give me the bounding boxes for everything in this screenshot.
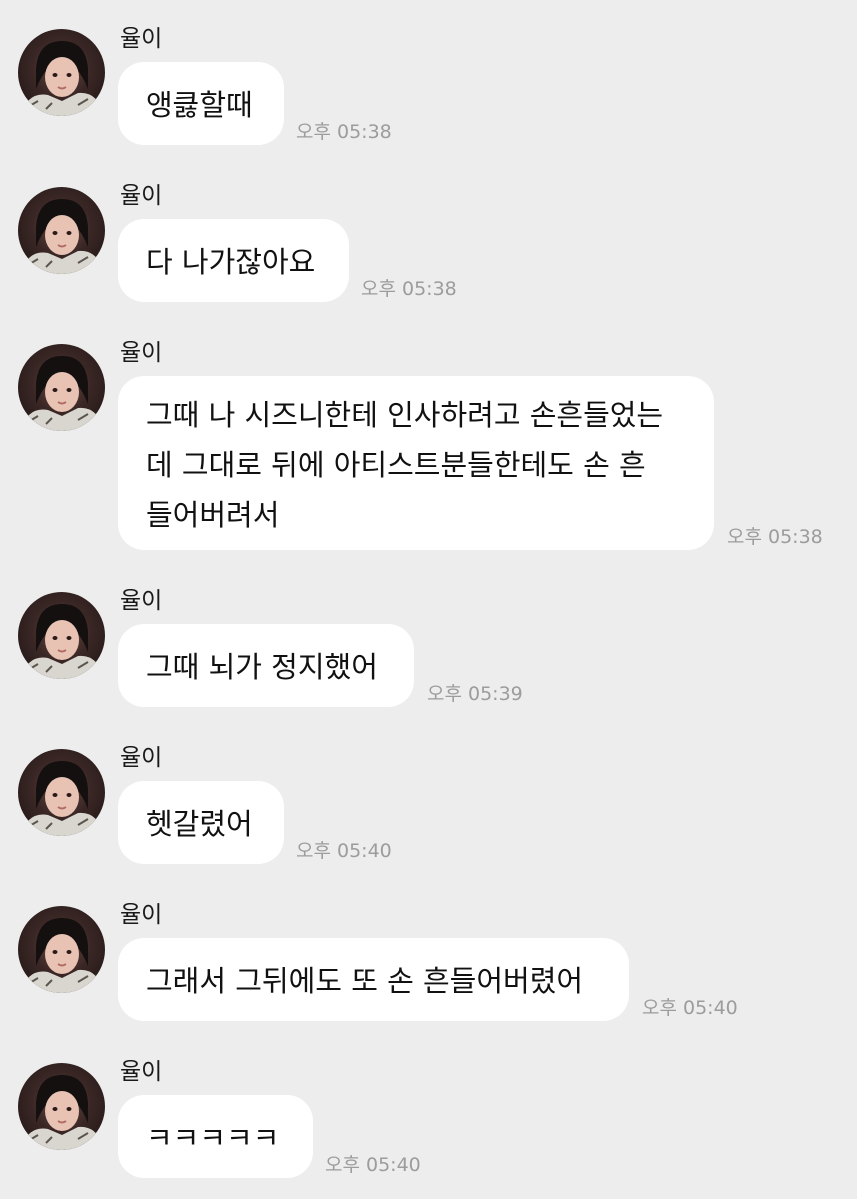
message-bubble[interactable]: 그때 뇌가 정지했어	[118, 624, 414, 707]
avatar[interactable]	[18, 187, 105, 274]
sender-name: 율이	[120, 588, 163, 614]
message-row: 율이 그때 나 시즈니한테 인사하려고 손흔들었는 데 그대로 뒤에 아티스트분…	[0, 328, 857, 558]
message-line: 들어버려서	[146, 498, 280, 532]
sender-name: 율이	[120, 26, 163, 52]
message-time: 오후 05:40	[642, 997, 738, 1019]
message-bubble[interactable]: 다 나가잖아요	[118, 219, 349, 302]
avatar[interactable]	[18, 29, 105, 116]
message-bubble[interactable]: 그때 나 시즈니한테 인사하려고 손흔들었는 데 그대로 뒤에 아티스트분들한테…	[118, 376, 714, 550]
avatar-image	[20, 604, 104, 679]
avatar-image	[20, 199, 104, 274]
avatar-image	[20, 1075, 104, 1150]
avatar-image	[20, 41, 104, 116]
message-row: 율이 헷갈렸어 오후 05:40	[0, 733, 857, 873]
message-line: 그때 나 시즈니한테 인사하려고 손흔들었는	[146, 398, 664, 432]
message-time: 오후 05:40	[325, 1154, 421, 1176]
chat-area[interactable]: 율이 앵큻할때 오후 05:38 율이 다 나가잖아요 오후 05:38 율이 …	[0, 0, 857, 1199]
message-time: 오후 05:38	[727, 526, 823, 548]
message-bubble[interactable]: 앵큻할때	[118, 62, 284, 145]
sender-name: 율이	[120, 745, 163, 771]
sender-name: 율이	[120, 1059, 163, 1085]
message-row: 율이 그때 뇌가 정지했어 오후 05:39	[0, 576, 857, 716]
message-row: 율이 ㅋㅋㅋㅋㅋ 오후 05:40	[0, 1047, 857, 1187]
message-row: 율이 다 나가잖아요 오후 05:38	[0, 171, 857, 311]
sender-name: 율이	[120, 902, 163, 928]
avatar-image	[20, 761, 104, 836]
avatar[interactable]	[18, 906, 105, 993]
message-time: 오후 05:39	[427, 683, 523, 705]
message-time: 오후 05:40	[296, 840, 392, 862]
sender-name: 율이	[120, 340, 163, 366]
message-time: 오후 05:38	[361, 278, 457, 300]
avatar-image	[20, 356, 104, 431]
message-row: 율이 앵큻할때 오후 05:38	[0, 14, 857, 154]
message-bubble[interactable]: 그래서 그뒤에도 또 손 흔들어버렸어	[118, 938, 629, 1021]
message-line: 데 그대로 뒤에 아티스트분들한테도 손 흔	[146, 448, 646, 482]
message-bubble[interactable]: 헷갈렸어	[118, 781, 284, 864]
message-time: 오후 05:38	[296, 121, 392, 143]
message-bubble[interactable]: ㅋㅋㅋㅋㅋ	[118, 1095, 313, 1178]
avatar[interactable]	[18, 592, 105, 679]
sender-name: 율이	[120, 183, 163, 209]
avatar[interactable]	[18, 344, 105, 431]
avatar-image	[20, 918, 104, 993]
avatar[interactable]	[18, 749, 105, 836]
avatar[interactable]	[18, 1063, 105, 1150]
message-row: 율이 그래서 그뒤에도 또 손 흔들어버렸어 오후 05:40	[0, 890, 857, 1030]
